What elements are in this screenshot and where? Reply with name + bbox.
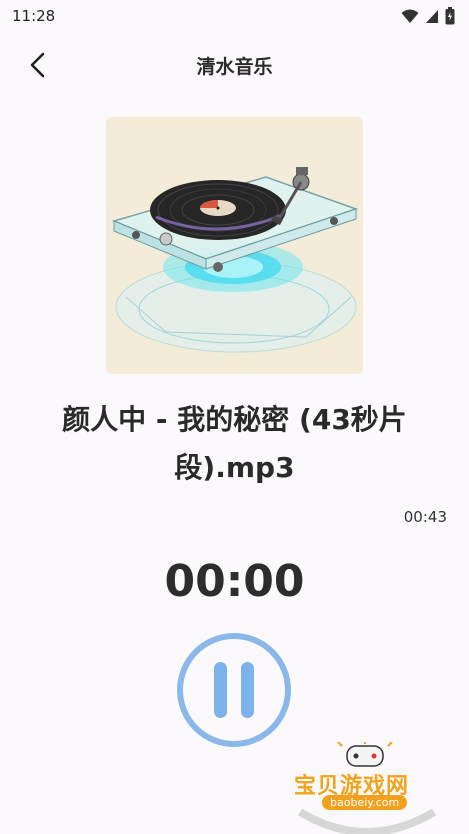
- pause-bar-left: [214, 662, 227, 718]
- watermark-url: baobeiy.com: [322, 795, 408, 810]
- status-bar: 11:28: [0, 0, 469, 32]
- player-screen: 11:28 清水音乐 颜人中 - 我的秘密 (43秒片段).mp3 00:43 …: [0, 0, 469, 834]
- elapsed-time: 00:00: [164, 556, 305, 607]
- app-bar: 清水音乐: [0, 40, 469, 90]
- status-icons: [401, 7, 455, 29]
- album-cover: [106, 117, 363, 374]
- signal-icon: [425, 8, 439, 28]
- track-duration: 00:43: [403, 508, 447, 526]
- pause-button[interactable]: [177, 633, 291, 747]
- page-title: 清水音乐: [196, 56, 273, 78]
- status-time: 11:28: [12, 7, 56, 25]
- wifi-icon: [401, 8, 419, 28]
- battery-icon: [445, 7, 455, 29]
- pause-bar-right: [241, 662, 254, 718]
- watermark: 宝贝游戏网 baobeiy.com: [292, 742, 442, 834]
- track-title: 颜人中 - 我的秘密 (43秒片段).mp3: [62, 403, 407, 484]
- pause-icon: [207, 662, 261, 718]
